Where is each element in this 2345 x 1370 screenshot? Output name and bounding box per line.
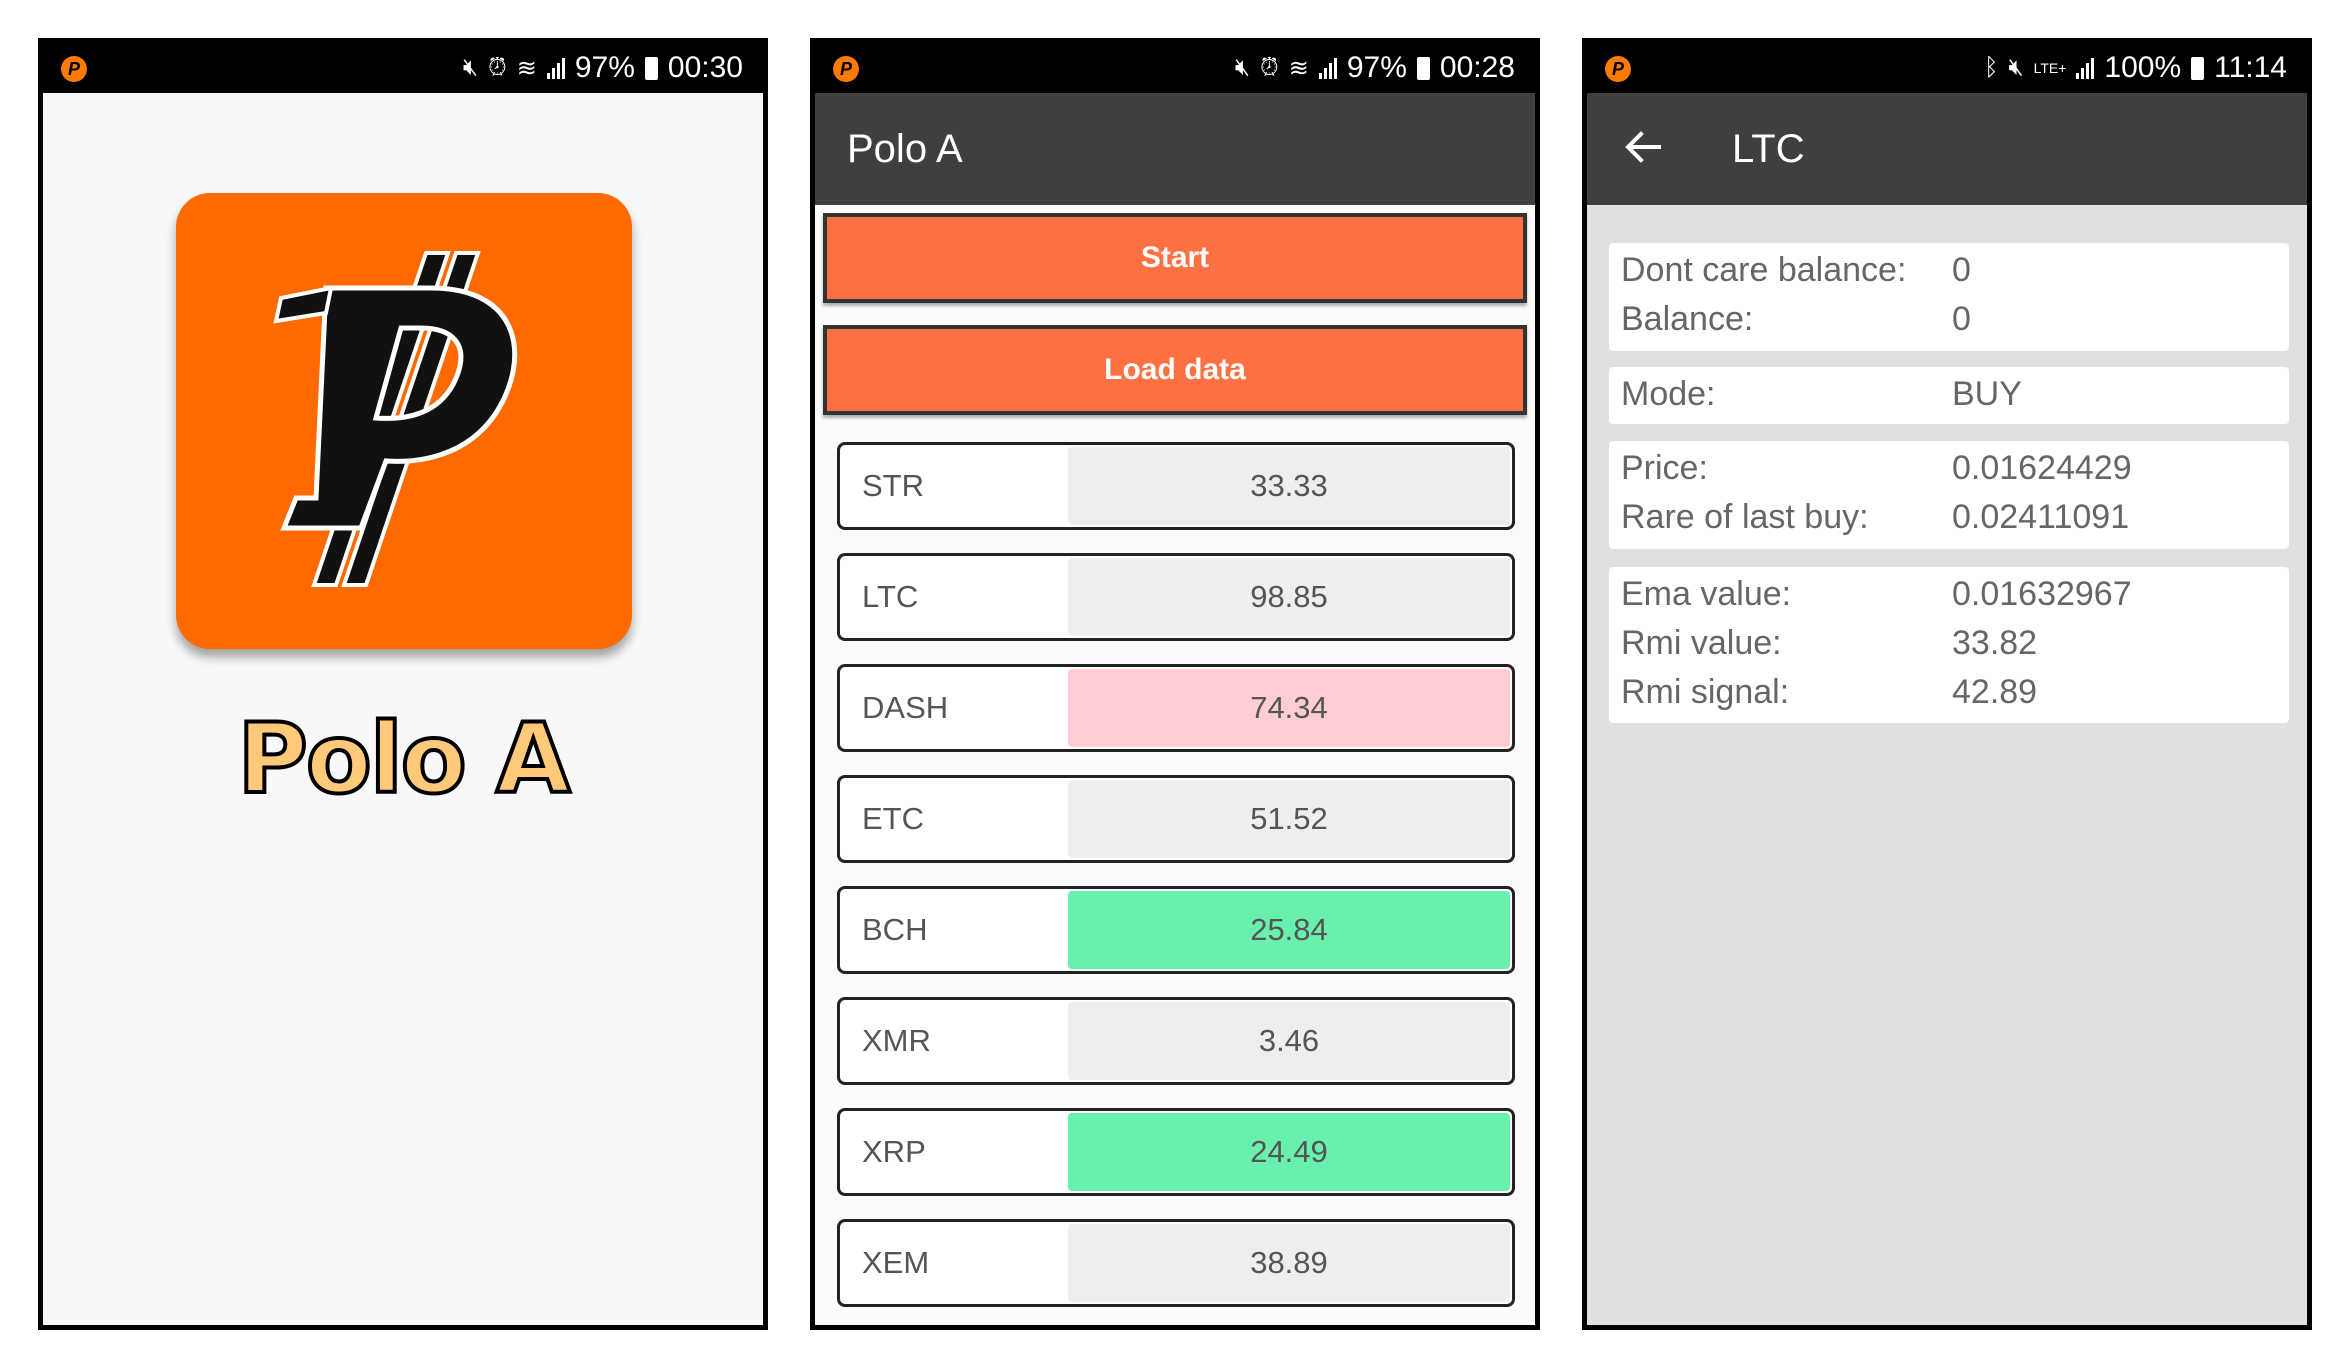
- coin-row[interactable]: STR 33.33: [837, 442, 1515, 530]
- battery-icon: [1416, 56, 1430, 80]
- field-value: 0.02411091: [1952, 498, 2130, 536]
- price-card: Price: 0.01624429 Rare of last buy: 0.02…: [1609, 441, 2289, 549]
- field-value: 0: [1952, 251, 1971, 289]
- clock: 11:14: [2214, 51, 2287, 84]
- field-value: BUY: [1952, 375, 2022, 413]
- indicator-card: Ema value: 0.01632967 Rmi value: 33.82 R…: [1609, 567, 2289, 723]
- coin-row[interactable]: XEM 38.89: [837, 1219, 1515, 1307]
- coin-value: 24.49: [1068, 1113, 1510, 1191]
- field-value: 0.01624429: [1952, 449, 2132, 487]
- app-bar: Polo A: [815, 93, 1535, 205]
- coin-value: 33.33: [1068, 447, 1510, 525]
- app-logo: [176, 193, 632, 649]
- mute-icon: 🔇︎: [1234, 54, 1251, 81]
- coin-row[interactable]: XMR 3.46: [837, 997, 1515, 1085]
- coin-value: 98.85: [1068, 558, 1510, 636]
- load-data-button[interactable]: Load data: [823, 325, 1527, 415]
- coin-symbol: XMR: [862, 1023, 931, 1058]
- detail-screen: P ᛒ 🔇︎ LTE+ 100% 11:14 LTC Dont care bal…: [1582, 38, 2312, 1330]
- field-label: Ema value:: [1621, 575, 1792, 613]
- coin-row[interactable]: DASH 74.34: [837, 664, 1515, 752]
- splash-screen: P 🔇︎ ⏰︎ ≋ 97% 00:30 Polo A: [38, 38, 768, 1330]
- coin-value: 38.89: [1068, 1224, 1510, 1302]
- field-label: Dont care balance:: [1621, 251, 1907, 289]
- mode-card: Mode: BUY: [1609, 367, 2289, 424]
- coin-symbol: STR: [862, 468, 924, 503]
- detail-content: Dont care balance: 0 Balance: 0 Mode: BU…: [1587, 205, 2307, 1325]
- mute-icon: 🔇︎: [462, 54, 479, 81]
- main-content: Start Load data STR 33.33 LTC 98.85 DASH 74.3…: [815, 205, 1535, 1325]
- field-value: 0.01632967: [1952, 575, 2132, 613]
- status-bar: P 🔇︎ ⏰︎ ≋ 97% 00:30: [43, 43, 763, 93]
- field-value: 0: [1952, 300, 1971, 338]
- status-bar: P ᛒ 🔇︎ LTE+ 100% 11:14: [1587, 43, 2307, 93]
- app-bar-title: Polo A: [847, 127, 963, 171]
- coin-row[interactable]: BCH 25.84: [837, 886, 1515, 974]
- mute-icon: 🔇︎: [2008, 54, 2024, 81]
- main-screen: P 🔇︎ ⏰︎ ≋ 97% 00:28 Polo A Start Load da…: [810, 38, 1540, 1330]
- signal-icon: [1318, 57, 1337, 79]
- battery-percent: 97%: [1346, 51, 1407, 84]
- coin-row[interactable]: XRP 24.49: [837, 1108, 1515, 1196]
- field-label: Rmi value:: [1621, 624, 1782, 662]
- field-label: Rmi signal:: [1621, 673, 1790, 711]
- coin-value: 25.84: [1068, 891, 1510, 969]
- app-bar-title: LTC: [1732, 127, 1805, 171]
- coin-symbol: DASH: [862, 690, 949, 725]
- app-notification-icon: P: [1605, 56, 1631, 82]
- alarm-icon: ⏰︎: [1260, 54, 1279, 81]
- field-label: Rare of last buy:: [1621, 498, 1869, 536]
- app-notification-icon: P: [61, 56, 87, 82]
- coin-symbol: BCH: [862, 912, 928, 947]
- coin-value: 74.34: [1068, 669, 1510, 747]
- wifi-icon: ≋: [516, 54, 537, 82]
- coin-symbol: ETC: [862, 801, 924, 836]
- wifi-icon: ≋: [1288, 54, 1309, 82]
- status-bar: P 🔇︎ ⏰︎ ≋ 97% 00:28: [815, 43, 1535, 93]
- balance-card: Dont care balance: 0 Balance: 0: [1609, 243, 2289, 351]
- battery-percent: 100%: [2104, 51, 2182, 84]
- coin-symbol: XEM: [862, 1245, 930, 1280]
- battery-percent: 97%: [574, 51, 635, 84]
- back-arrow-icon[interactable]: [1623, 127, 1663, 167]
- lte-icon: LTE+: [2033, 60, 2067, 76]
- coin-row[interactable]: LTC 98.85: [837, 553, 1515, 641]
- signal-icon: [2076, 57, 2095, 79]
- field-label: Balance:: [1621, 300, 1754, 338]
- coin-symbol: LTC: [862, 579, 919, 614]
- clock: 00:30: [667, 51, 743, 84]
- field-label: Price:: [1621, 449, 1708, 487]
- app-notification-icon: P: [833, 56, 859, 82]
- coin-value: 3.46: [1068, 1002, 1510, 1080]
- start-button[interactable]: Start: [823, 213, 1527, 303]
- alarm-icon: ⏰︎: [488, 54, 507, 81]
- coin-symbol: XRP: [862, 1134, 926, 1169]
- coin-value: 51.52: [1068, 780, 1510, 858]
- bluetooth-icon: ᛒ: [1984, 54, 1999, 81]
- field-value: 33.82: [1952, 624, 2038, 662]
- app-bar: LTC: [1587, 93, 2307, 205]
- coin-row[interactable]: ETC 51.52: [837, 775, 1515, 863]
- battery-icon: [2191, 56, 2205, 80]
- signal-icon: [546, 57, 565, 79]
- field-value: 42.89: [1952, 673, 2038, 711]
- field-label: Mode:: [1621, 375, 1716, 413]
- battery-icon: [644, 56, 658, 80]
- app-title: Polo A: [236, 701, 573, 817]
- clock: 00:28: [1439, 51, 1515, 84]
- bitcoin-p-logo-icon: [273, 251, 518, 587]
